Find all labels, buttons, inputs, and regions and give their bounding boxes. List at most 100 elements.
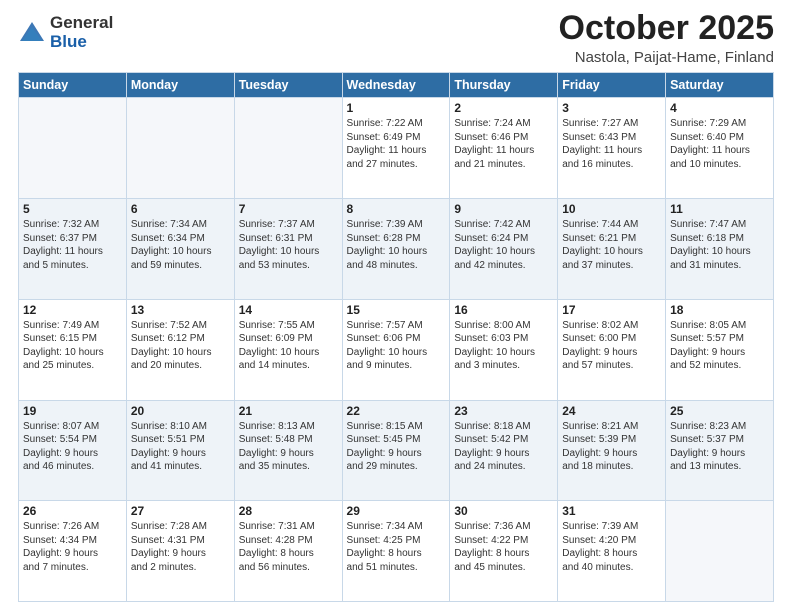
- month-title: October 2025: [559, 10, 774, 47]
- col-monday: Monday: [126, 73, 234, 98]
- cell-info: Sunrise: 7:24 AMSunset: 6:46 PMDaylight:…: [454, 117, 553, 171]
- table-row: 26 Sunrise: 7:26 AMSunset: 4:34 PMDayligh…: [19, 501, 127, 602]
- cell-info: Sunrise: 7:39 AMSunset: 6:28 PMDaylight:…: [347, 218, 446, 272]
- col-sunday: Sunday: [19, 73, 127, 98]
- logo-icon: [18, 19, 46, 47]
- cell-info: Sunrise: 8:18 AMSunset: 5:42 PMDaylight:…: [454, 420, 553, 474]
- day-number: 9: [454, 202, 553, 216]
- cell-info: Sunrise: 8:21 AMSunset: 5:39 PMDaylight:…: [562, 420, 661, 474]
- table-row: 1 Sunrise: 7:22 AMSunset: 6:49 PMDaylight…: [342, 98, 450, 199]
- cell-info: Sunrise: 7:31 AMSunset: 4:28 PMDaylight:…: [239, 520, 338, 574]
- cell-info: Sunrise: 7:32 AMSunset: 6:37 PMDaylight:…: [23, 218, 122, 272]
- table-row: 11Sunrise: 7:47 AMSunset: 6:18 PMDayligh…: [666, 199, 774, 300]
- table-row: 3 Sunrise: 7:27 AMSunset: 6:43 PMDaylight…: [558, 98, 666, 199]
- day-number: 7: [239, 202, 338, 216]
- table-row: 30 Sunrise: 7:36 AMSunset: 4:22 PMDayligh…: [450, 501, 558, 602]
- cell-info: Sunrise: 7:22 AMSunset: 6:49 PMDaylight:…: [347, 117, 446, 171]
- cell-info: Sunrise: 7:27 AMSunset: 6:43 PMDaylight:…: [562, 117, 661, 171]
- logo-blue: Blue: [50, 33, 113, 52]
- table-row: 28 Sunrise: 7:31 AMSunset: 4:28 PMDayligh…: [234, 501, 342, 602]
- page: General Blue October 2025 Nastola, Paija…: [0, 0, 792, 612]
- day-number: 16: [454, 303, 553, 317]
- day-number: 25: [670, 404, 769, 418]
- day-number: 5: [23, 202, 122, 216]
- table-row: [19, 98, 127, 199]
- table-row: 13 Sunrise: 7:52 AMSunset: 6:12 PMDayligh…: [126, 299, 234, 400]
- table-row: 20 Sunrise: 8:10 AMSunset: 5:51 PMDayligh…: [126, 400, 234, 501]
- table-row: 24 Sunrise: 8:21 AMSunset: 5:39 PMDayligh…: [558, 400, 666, 501]
- col-tuesday: Tuesday: [234, 73, 342, 98]
- cell-info: Sunrise: 8:00 AMSunset: 6:03 PMDaylight:…: [454, 319, 553, 373]
- calendar-week-row: 12 Sunrise: 7:49 AMSunset: 6:15 PMDayligh…: [19, 299, 774, 400]
- day-number: 29: [347, 504, 446, 518]
- day-number: 23: [454, 404, 553, 418]
- calendar-table: Sunday Monday Tuesday Wednesday Thursday…: [18, 72, 774, 602]
- table-row: 25 Sunrise: 8:23 AMSunset: 5:37 PMDayligh…: [666, 400, 774, 501]
- day-number: 2: [454, 101, 553, 115]
- table-row: 16 Sunrise: 8:00 AMSunset: 6:03 PMDayligh…: [450, 299, 558, 400]
- table-row: 7 Sunrise: 7:37 AMSunset: 6:31 PMDaylight…: [234, 199, 342, 300]
- table-row: 4 Sunrise: 7:29 AMSunset: 6:40 PMDaylight…: [666, 98, 774, 199]
- logo-general: General: [50, 14, 113, 33]
- title-area: October 2025 Nastola, Paijat-Hame, Finla…: [559, 10, 774, 66]
- col-friday: Friday: [558, 73, 666, 98]
- table-row: 6 Sunrise: 7:34 AMSunset: 6:34 PMDaylight…: [126, 199, 234, 300]
- col-thursday: Thursday: [450, 73, 558, 98]
- cell-info: Sunrise: 8:15 AMSunset: 5:45 PMDaylight:…: [347, 420, 446, 474]
- cell-info: Sunrise: 7:26 AMSunset: 4:34 PMDaylight:…: [23, 520, 122, 574]
- cell-info: Sunrise: 8:23 AMSunset: 5:37 PMDaylight:…: [670, 420, 769, 474]
- calendar-week-row: 26 Sunrise: 7:26 AMSunset: 4:34 PMDayligh…: [19, 501, 774, 602]
- day-number: 17: [562, 303, 661, 317]
- cell-info: Sunrise: 7:55 AMSunset: 6:09 PMDaylight:…: [239, 319, 338, 373]
- day-number: 1: [347, 101, 446, 115]
- table-row: [126, 98, 234, 199]
- table-row: 22 Sunrise: 8:15 AMSunset: 5:45 PMDayligh…: [342, 400, 450, 501]
- day-number: 26: [23, 504, 122, 518]
- day-number: 3: [562, 101, 661, 115]
- day-number: 31: [562, 504, 661, 518]
- table-row: 23 Sunrise: 8:18 AMSunset: 5:42 PMDayligh…: [450, 400, 558, 501]
- cell-info: Sunrise: 7:44 AMSunset: 6:21 PMDaylight:…: [562, 218, 661, 272]
- header: General Blue October 2025 Nastola, Paija…: [18, 10, 774, 66]
- day-number: 8: [347, 202, 446, 216]
- day-number: 18: [670, 303, 769, 317]
- day-number: 13: [131, 303, 230, 317]
- day-number: 4: [670, 101, 769, 115]
- day-number: 12: [23, 303, 122, 317]
- calendar-body: 1 Sunrise: 7:22 AMSunset: 6:49 PMDaylight…: [19, 98, 774, 602]
- table-row: 18 Sunrise: 8:05 AMSunset: 5:57 PMDayligh…: [666, 299, 774, 400]
- cell-info: Sunrise: 7:39 AMSunset: 4:20 PMDaylight:…: [562, 520, 661, 574]
- table-row: 2 Sunrise: 7:24 AMSunset: 6:46 PMDaylight…: [450, 98, 558, 199]
- table-row: 31 Sunrise: 7:39 AMSunset: 4:20 PMDayligh…: [558, 501, 666, 602]
- day-number: 28: [239, 504, 338, 518]
- cell-info: Sunrise: 8:13 AMSunset: 5:48 PMDaylight:…: [239, 420, 338, 474]
- logo-text: General Blue: [50, 14, 113, 51]
- day-number: 19: [23, 404, 122, 418]
- cell-info: Sunrise: 7:52 AMSunset: 6:12 PMDaylight:…: [131, 319, 230, 373]
- table-row: 14Sunrise: 7:55 AMSunset: 6:09 PMDayligh…: [234, 299, 342, 400]
- location-subtitle: Nastola, Paijat-Hame, Finland: [559, 49, 774, 66]
- cell-info: Sunrise: 8:05 AMSunset: 5:57 PMDaylight:…: [670, 319, 769, 373]
- day-number: 24: [562, 404, 661, 418]
- cell-info: Sunrise: 7:28 AMSunset: 4:31 PMDaylight:…: [131, 520, 230, 574]
- day-number: 22: [347, 404, 446, 418]
- table-row: 5 Sunrise: 7:32 AMSunset: 6:37 PMDaylight…: [19, 199, 127, 300]
- cell-info: Sunrise: 7:36 AMSunset: 4:22 PMDaylight:…: [454, 520, 553, 574]
- cell-info: Sunrise: 8:02 AMSunset: 6:00 PMDaylight:…: [562, 319, 661, 373]
- day-number: 6: [131, 202, 230, 216]
- day-number: 27: [131, 504, 230, 518]
- table-row: 17 Sunrise: 8:02 AMSunset: 6:00 PMDayligh…: [558, 299, 666, 400]
- day-number: 20: [131, 404, 230, 418]
- table-row: 12 Sunrise: 7:49 AMSunset: 6:15 PMDayligh…: [19, 299, 127, 400]
- cell-info: Sunrise: 7:34 AMSunset: 6:34 PMDaylight:…: [131, 218, 230, 272]
- calendar-week-row: 5 Sunrise: 7:32 AMSunset: 6:37 PMDaylight…: [19, 199, 774, 300]
- cell-info: Sunrise: 7:34 AMSunset: 4:25 PMDaylight:…: [347, 520, 446, 574]
- table-row: 29 Sunrise: 7:34 AMSunset: 4:25 PMDayligh…: [342, 501, 450, 602]
- cell-info: Sunrise: 7:42 AMSunset: 6:24 PMDaylight:…: [454, 218, 553, 272]
- cell-info: Sunrise: 7:29 AMSunset: 6:40 PMDaylight:…: [670, 117, 769, 171]
- day-number: 15: [347, 303, 446, 317]
- cell-info: Sunrise: 7:37 AMSunset: 6:31 PMDaylight:…: [239, 218, 338, 272]
- cell-info: Sunrise: 8:10 AMSunset: 5:51 PMDaylight:…: [131, 420, 230, 474]
- day-number: 30: [454, 504, 553, 518]
- cell-info: Sunrise: 7:49 AMSunset: 6:15 PMDaylight:…: [23, 319, 122, 373]
